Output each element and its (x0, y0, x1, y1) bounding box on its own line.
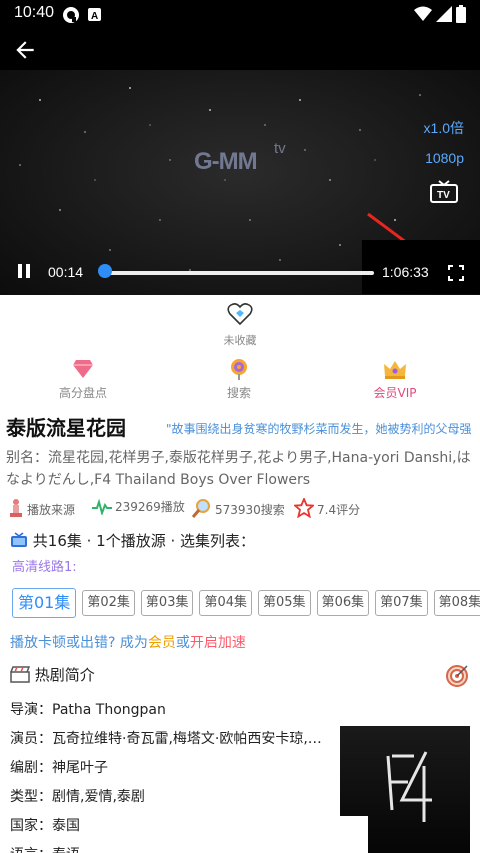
episode-button[interactable]: 第03集 (140, 590, 194, 616)
episode-button[interactable]: 第05集 (258, 590, 311, 616)
pulse-icon (92, 498, 112, 517)
episode-list: 第01集 第02集 第03集 第04集 第05集 第06集 第07集 第08集 (12, 588, 480, 620)
show-title: 泰版流星花园 (6, 416, 126, 440)
signal-icon (436, 6, 452, 22)
star-icon (292, 496, 316, 519)
video-player[interactable]: G-MM tv x1.0倍 1080p TV 00:14 1:06:33 (0, 70, 480, 295)
action-row: 高分盘点 搜索 会员VIP (0, 358, 480, 401)
total-duration: 1:06:33 (382, 264, 429, 280)
diamond-icon (73, 360, 93, 378)
pause-bar-left (18, 264, 22, 278)
hint-mid: 或 (175, 635, 190, 651)
episode-button[interactable]: 第07集 (375, 590, 428, 616)
wifi-icon (414, 6, 432, 21)
svg-text:A: A (91, 11, 98, 21)
rating-item: 7.4评分 (292, 496, 361, 519)
seek-bar[interactable] (104, 271, 374, 275)
plays-count: 239269播放 (115, 500, 185, 514)
country-row: 国家：泰国 (10, 818, 80, 834)
intro-details: 导演：Patha Thongpan 演员：瓦奇拉维特·奇瓦雷,梅塔文·欧帕西安卡… (10, 700, 340, 853)
source-label: 播放来源 (27, 503, 76, 517)
battery-icon (456, 5, 466, 23)
source-item[interactable]: 播放来源 (8, 498, 75, 518)
show-tagline[interactable]: "故事围绕出身贫寒的牧野杉菜而发生，她被势利的父母强… (166, 420, 472, 437)
status-bar: 10:40 A (0, 0, 480, 28)
writer-row: 编剧：神尾叶子 (10, 760, 108, 776)
hint-accelerate-link[interactable]: 开启加速 (190, 635, 246, 651)
searches-item: 573930搜索 (191, 498, 285, 518)
target-icon[interactable] (445, 664, 469, 688)
seek-thumb[interactable] (98, 264, 112, 278)
hint-prefix: 播放卡顿或出错? 成为 (10, 635, 148, 651)
show-alias: 别名：流星花园,花样男子,泰版花样男子,花より男子,Hana-yori Dans… (6, 450, 471, 488)
channel-watermark: G-MM tv (192, 138, 292, 190)
hint-vip-link[interactable]: 会员 (148, 635, 176, 651)
playback-speed-button[interactable]: x1.0倍 (424, 118, 464, 138)
intro-header: 热剧简介 (10, 664, 95, 685)
watermark-text: G-MM (194, 148, 258, 175)
plays-item: 239269播放 (92, 498, 185, 517)
episodes-header: 共16集 · 1个播放源 · 选集列表： (10, 530, 255, 551)
poster-corner (340, 816, 368, 853)
playback-hint: 播放卡顿或出错? 成为会员或开启加速 (10, 632, 246, 652)
meta-row: 播放来源 239269播放 573930搜索 7.4评分 (6, 494, 476, 520)
cast-tv-icon[interactable]: TV (430, 180, 458, 204)
director-row: 导演：Patha Thongpan (10, 702, 166, 718)
episodes-header-text: 共16集 · 1个播放源 · 选集列表： (32, 532, 256, 550)
search-button[interactable]: 搜索 (194, 358, 284, 401)
svg-text:TV: TV (437, 190, 450, 201)
genre-row: 类型：剧情,爱情,泰剧 (10, 789, 145, 805)
fullscreen-icon[interactable] (448, 265, 464, 281)
app-notification-icon (63, 7, 79, 23)
source-line[interactable]: 高清线路1: (12, 556, 77, 575)
clapperboard-icon (10, 666, 31, 683)
watermark-tv: tv (274, 140, 286, 157)
cast-row: 演员：瓦奇拉维特·奇瓦雷,梅塔文·欧帕西安卡琼,… (10, 731, 322, 747)
a-notification-icon: A (88, 8, 101, 21)
quality-button[interactable]: 1080p (425, 150, 464, 166)
current-time: 00:14 (48, 264, 84, 280)
intro-header-text: 热剧简介 (34, 666, 95, 684)
pause-bar-right (26, 264, 30, 278)
episode-button[interactable]: 第02集 (82, 590, 135, 616)
status-time: 10:40 (14, 4, 55, 21)
show-poster[interactable] (340, 726, 470, 853)
top-rated-button[interactable]: 高分盘点 (38, 358, 128, 401)
searches-count: 573930搜索 (215, 503, 285, 517)
back-arrow-icon[interactable] (12, 37, 38, 63)
favorite-label: 未收藏 (223, 334, 257, 347)
top-rated-label: 高分盘点 (58, 386, 107, 400)
vip-label: 会员VIP (373, 386, 417, 400)
player-controls: 00:14 1:06:33 (0, 240, 480, 294)
episode-button[interactable]: 第01集 (12, 588, 77, 618)
app-bar (0, 28, 480, 70)
lollipop-icon (231, 359, 247, 380)
tv-list-icon (11, 532, 27, 547)
episode-button[interactable]: 第06集 (316, 590, 370, 616)
vip-button[interactable]: 会员VIP (350, 358, 440, 401)
episode-button[interactable]: 第08集 (433, 590, 480, 616)
search-label: 搜索 (226, 386, 251, 400)
heart-icon (227, 303, 253, 326)
language-row: 语言：泰语 (10, 845, 340, 853)
crown-icon (384, 361, 406, 379)
episode-button[interactable]: 第04集 (199, 590, 253, 616)
magnifier-icon (191, 499, 210, 518)
rating-value: 7.4评分 (317, 503, 361, 517)
favorite-button[interactable]: 未收藏 (200, 302, 280, 348)
statue-icon (10, 499, 22, 517)
pause-button[interactable] (16, 264, 32, 282)
